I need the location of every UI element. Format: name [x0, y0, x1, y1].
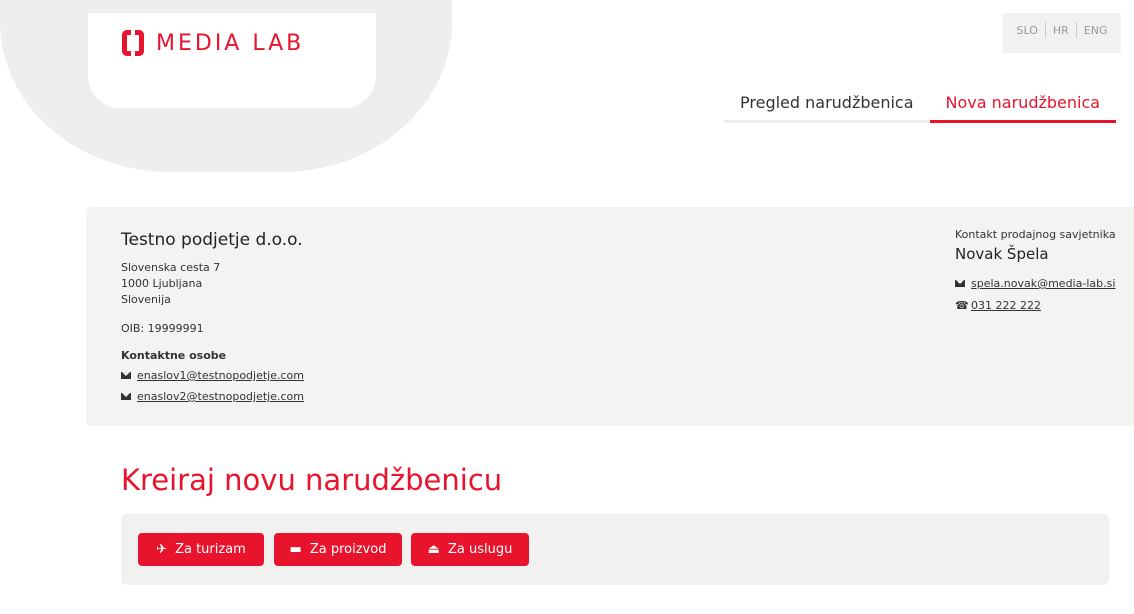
company-address: Slovenska cesta 7 1000 Ljubljana Sloveni…	[121, 260, 220, 308]
eject-icon: ⏏	[427, 542, 440, 557]
advisor-phone-link[interactable]: 031 222 222	[971, 299, 1041, 312]
product-order-button[interactable]: ▬ Za proizvod	[274, 533, 402, 566]
tourism-order-button[interactable]: ✈ Za turizam	[138, 533, 264, 566]
tab-new-order[interactable]: Nova narudžbenica	[929, 93, 1117, 123]
tourism-button-label: Za turizam	[175, 542, 246, 557]
contact-email-2: enaslov2@testnopodjetje.com	[121, 390, 304, 403]
company-name: Testno podjetje d.o.o.	[121, 230, 303, 250]
service-button-label: Za uslugu	[447, 542, 513, 557]
contacts-heading: Kontaktne osobe	[121, 349, 227, 362]
main-nav: Pregled narudžbenica Nova narudžbenica	[724, 93, 1117, 123]
logo[interactable]: MEDIA LAB	[122, 30, 304, 56]
book-icon: ▬	[289, 542, 302, 557]
tab-order-overview[interactable]: Pregled narudžbenica	[724, 93, 930, 123]
advisor-email-link[interactable]: spela.novak@media-lab.si	[971, 277, 1115, 290]
address-street: Slovenska cesta 7	[121, 261, 221, 274]
logo-text: MEDIA LAB	[156, 30, 305, 56]
advisor-email: spela.novak@media-lab.si	[955, 277, 1115, 290]
phone-icon: ☎	[955, 299, 969, 312]
service-order-button[interactable]: ⏏ Za uslugu	[411, 533, 529, 566]
advisor-heading: Kontakt prodajnog savjetnika	[955, 228, 1116, 241]
plane-icon: ✈	[156, 542, 168, 557]
lang-slo[interactable]: SLO	[1009, 24, 1044, 37]
logo-card	[88, 13, 376, 108]
advisor-name: Novak Špela	[955, 245, 1049, 263]
product-button-label: Za proizvod	[309, 542, 387, 557]
logo-mark-icon	[122, 30, 144, 56]
address-country: Slovenija	[121, 293, 171, 306]
advisor-phone: ☎ 031 222 222	[955, 299, 1041, 312]
address-city: 1000 Ljubljana	[121, 277, 203, 290]
lang-eng[interactable]: ENG	[1077, 24, 1115, 37]
envelope-icon	[121, 372, 131, 379]
company-info-panel: Testno podjetje d.o.o. Slovenska cesta 7…	[86, 207, 1134, 426]
contact-email-link-1[interactable]: enaslov1@testnopodjetje.com	[137, 369, 304, 382]
envelope-icon	[121, 393, 131, 400]
page-title: Kreiraj novu narudžbenicu	[121, 463, 503, 497]
lang-hr[interactable]: HR	[1046, 24, 1076, 37]
order-type-bar: ✈ Za turizam ▬ Za proizvod ⏏ Za uslugu	[121, 514, 1109, 585]
company-oib: OIB: 19999991	[121, 322, 204, 335]
contact-email-link-2[interactable]: enaslov2@testnopodjetje.com	[137, 390, 304, 403]
contact-email-1: enaslov1@testnopodjetje.com	[121, 369, 304, 382]
envelope-icon	[955, 280, 965, 287]
language-switcher: SLO HR ENG	[1003, 13, 1121, 53]
